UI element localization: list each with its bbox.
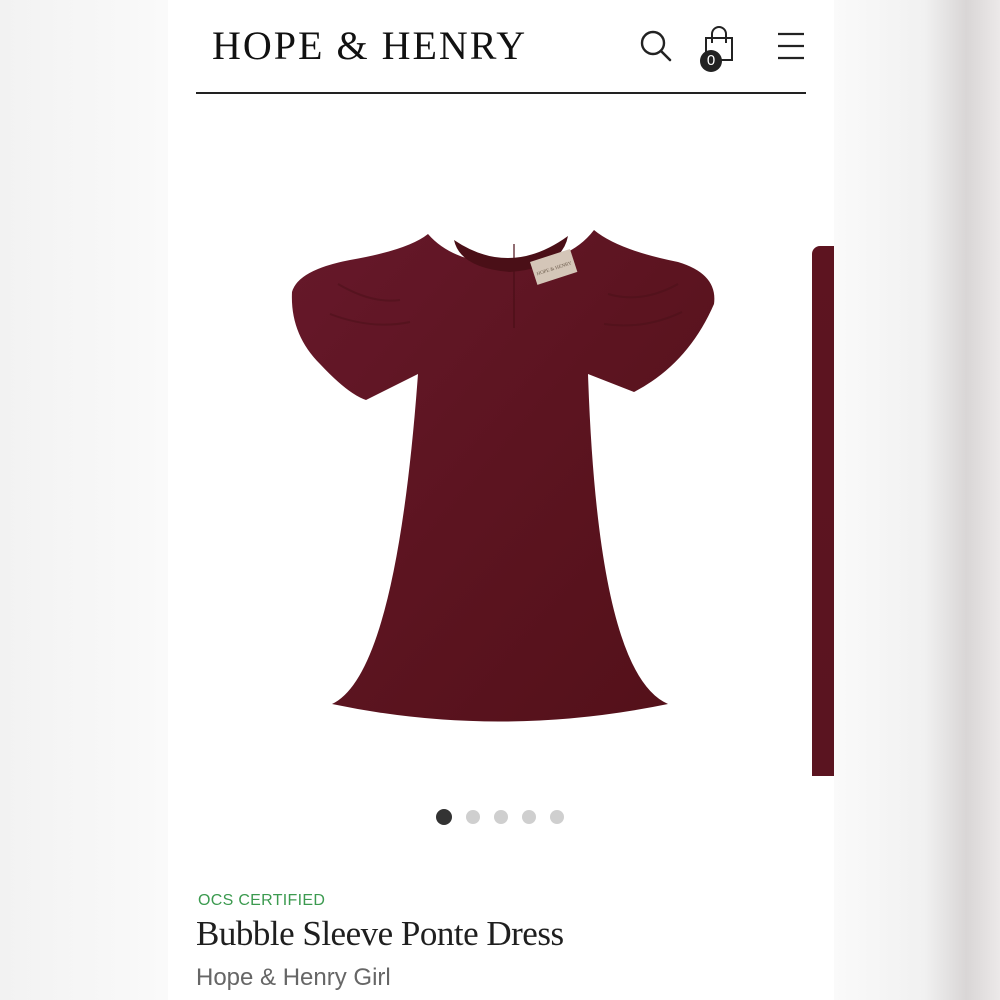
menu-button[interactable] (770, 24, 814, 68)
carousel-dot[interactable] (466, 810, 480, 824)
carousel-dot[interactable] (436, 809, 452, 825)
cart-count-badge: 0 (700, 50, 722, 72)
hamburger-menu-icon (778, 32, 804, 60)
product-title: Bubble Sleeve Ponte Dress (196, 914, 564, 953)
search-icon (640, 30, 672, 62)
carousel-dot[interactable] (522, 810, 536, 824)
product-image[interactable]: HOPE & HENRY (268, 204, 728, 744)
background-left (0, 0, 168, 1000)
search-button[interactable] (634, 24, 678, 68)
ocs-certified-badge: OCS CERTIFIED (198, 892, 326, 909)
next-product-image-peek[interactable] (812, 246, 834, 776)
carousel-dot[interactable] (494, 810, 508, 824)
cart-button[interactable]: 0 (696, 24, 740, 72)
background-right (832, 0, 1000, 1000)
site-header: HOPE & HENRY 0 (196, 0, 806, 94)
product-image-carousel[interactable]: HOPE & HENRY (168, 94, 834, 794)
carousel-dots (436, 808, 564, 826)
mobile-page: HOPE & HENRY 0 HOPE & HENRY OCS CERTIFIE… (168, 0, 834, 1000)
product-brand-line[interactable]: Hope & Henry Girl (196, 964, 391, 992)
carousel-dot[interactable] (550, 810, 564, 824)
brand-logo[interactable]: HOPE & HENRY (212, 22, 527, 69)
